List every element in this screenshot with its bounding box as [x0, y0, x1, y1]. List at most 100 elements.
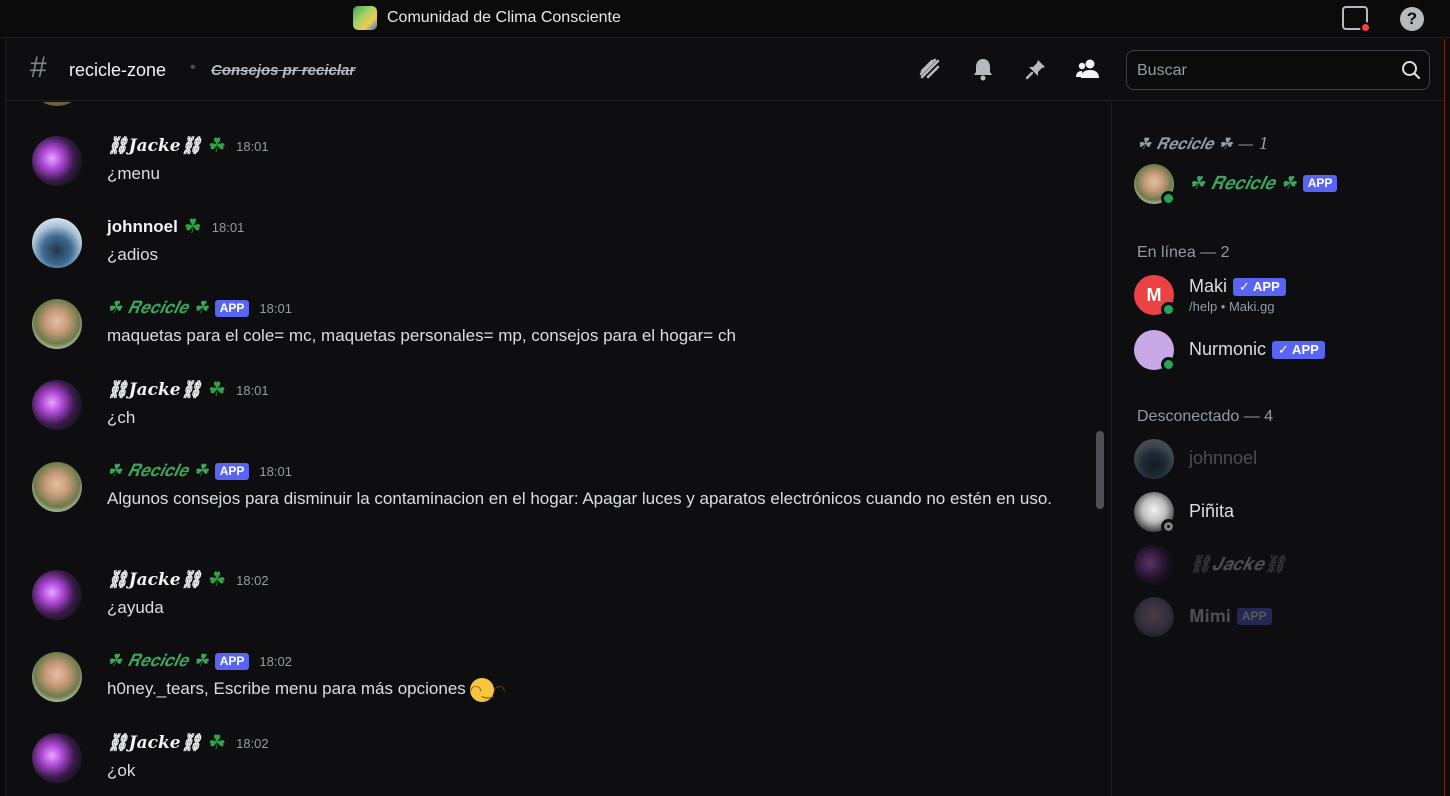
- online-status-icon: [1161, 357, 1176, 372]
- member-name: Piñita: [1189, 501, 1234, 522]
- timestamp[interactable]: 18:01: [212, 220, 245, 235]
- message-header: johnnoel ☘ 18:01: [107, 217, 244, 237]
- server-title: Comunidad de Clima Consciente: [353, 6, 621, 30]
- avatar[interactable]: [32, 218, 82, 268]
- member-name-text: Maki: [1189, 276, 1228, 296]
- clover-icon: ☘: [208, 569, 227, 591]
- avatar[interactable]: [32, 299, 82, 349]
- member-item[interactable]: ☘ 𝑹𝒆𝒄𝒊𝒄𝒍𝒆 ☘ APP: [1134, 164, 1434, 206]
- username[interactable]: ☘ 𝑹𝒆𝒄𝒊𝒄𝒍𝒆 ☘: [107, 298, 209, 318]
- search-icon: [1402, 61, 1421, 80]
- message-text: ¿menu: [107, 164, 160, 183]
- member-name: Nurmonic ✓ APP: [1189, 339, 1325, 360]
- hash-icon: #: [30, 51, 47, 84]
- timestamp[interactable]: 18:01: [259, 464, 292, 479]
- message-header: ⛓𝑱𝒂𝒄𝒌𝒆⛓ ☘ 18:01: [107, 136, 269, 156]
- message-header: ☘ 𝑹𝒆𝒄𝒊𝒄𝒍𝒆 ☘ APP 18:01: [107, 461, 292, 481]
- username[interactable]: johnnoel: [107, 217, 178, 237]
- member-name: 𝐌𝐢𝐦𝐢 APP: [1189, 606, 1272, 627]
- online-section-header: En línea — 2: [1137, 244, 1230, 261]
- timestamp[interactable]: 18:02: [259, 654, 292, 669]
- member-name-text: Piñita: [1189, 501, 1235, 521]
- username[interactable]: ☘ 𝑹𝒆𝒄𝒊𝒄𝒍𝒆 ☘: [107, 461, 209, 481]
- clover-icon: ☘: [208, 135, 227, 157]
- notification-bell-icon[interactable]: [969, 55, 997, 83]
- app-badge: APP: [214, 462, 250, 480]
- member-name-text: ☘ 𝑹𝒆𝒄𝒊𝒄𝒍𝒆 ☘: [1189, 173, 1297, 194]
- message-text: Algunos consejos para disminuir la conta…: [107, 489, 1053, 508]
- offline-section-header: Desconectado — 4: [1137, 408, 1274, 425]
- verified-app-badge: ✓ APP: [1272, 340, 1325, 359]
- avatar[interactable]: [32, 570, 82, 620]
- message-header: ☘ 𝑹𝒆𝒄𝒊𝒄𝒍𝒆 ☘ APP 18:02: [107, 651, 292, 671]
- timestamp[interactable]: 18:01: [236, 139, 269, 154]
- channel-header: # recicle-zone • Consejos pr reciclar Bu…: [6, 39, 1444, 101]
- member-name: ⛓𝑱𝒂𝒄𝒌𝒆⛓: [1189, 554, 1287, 575]
- timestamp[interactable]: 18:02: [236, 736, 269, 751]
- avatar[interactable]: [32, 462, 82, 512]
- member-name-text: 𝐌𝐢𝐦𝐢: [1189, 606, 1231, 626]
- search-input[interactable]: Buscar: [1126, 50, 1430, 90]
- member-name-text: johnnoel: [1189, 448, 1258, 468]
- clover-icon: ☘: [208, 379, 227, 401]
- offline-status-icon: [1161, 519, 1176, 534]
- message-scrollbar[interactable]: [1096, 431, 1104, 509]
- message-header: ⛓𝑱𝒂𝒄𝒌𝒆⛓ ☘ 18:02: [107, 570, 269, 590]
- username[interactable]: ☘ 𝑹𝒆𝒄𝒊𝒄𝒍𝒆 ☘: [107, 651, 209, 671]
- notification-dot: [1360, 22, 1371, 33]
- avatar: [1134, 545, 1174, 585]
- online-status-icon: [1161, 302, 1176, 317]
- clover-icon: ☘: [208, 732, 227, 754]
- username[interactable]: ⛓𝑱𝒂𝒄𝒌𝒆⛓: [107, 380, 202, 400]
- message-text: ¿ch: [107, 408, 136, 427]
- member-list: ☘ 𝑹𝒆𝒄𝒊𝒄𝒍𝒆 ☘ — 1 ☘ 𝑹𝒆𝒄𝒊𝒄𝒍𝒆 ☘ APP En línea…: [1111, 102, 1444, 796]
- message-list[interactable]: ⛓𝑱𝒂𝒄𝒌𝒆⛓ ☘ 18:01 ¿menu johnnoel ☘ 18:01 ¿…: [6, 102, 1110, 796]
- app-badge: APP: [1302, 175, 1338, 192]
- help-icon[interactable]: ?: [1400, 7, 1424, 31]
- avatar: [1134, 439, 1174, 479]
- member-list-icon[interactable]: [1074, 55, 1102, 83]
- member-name-text: ⛓𝑱𝒂𝒄𝒌𝒆⛓: [1189, 554, 1287, 575]
- avatar[interactable]: [32, 380, 82, 430]
- member-name-text: Nurmonic: [1189, 339, 1267, 359]
- timestamp[interactable]: 18:01: [236, 383, 269, 398]
- username[interactable]: ⛓𝑱𝒂𝒄𝒌𝒆⛓: [107, 733, 202, 753]
- inbox-icon[interactable]: [1342, 6, 1371, 33]
- timestamp[interactable]: 18:01: [259, 301, 292, 316]
- member-item[interactable]: 𝐌𝐢𝐦𝐢 APP: [1134, 597, 1434, 639]
- online-status-icon: [1161, 191, 1176, 206]
- avatar[interactable]: [32, 136, 82, 186]
- channel-topic[interactable]: Consejos pr reciclar: [211, 62, 355, 79]
- threads-icon[interactable]: [916, 55, 944, 83]
- server-name: Comunidad de Clima Consciente: [387, 9, 621, 26]
- username[interactable]: ⛓𝑱𝒂𝒄𝒌𝒆⛓: [107, 136, 202, 156]
- avatar[interactable]: [32, 733, 82, 783]
- smiling-face-emoji: ◠‿◠: [469, 677, 505, 702]
- member-name: Maki ✓ APP: [1189, 276, 1286, 297]
- right-edge: [1444, 39, 1450, 796]
- channel-name: recicle-zone: [69, 60, 167, 80]
- member-name: ☘ 𝑹𝒆𝒄𝒊𝒄𝒍𝒆 ☘ APP: [1189, 173, 1338, 194]
- message-header: ⛓𝑱𝒂𝒄𝒌𝒆⛓ ☘ 18:01: [107, 380, 269, 400]
- member-item[interactable]: Piñita: [1134, 492, 1434, 534]
- member-item[interactable]: M Maki ✓ APP /help • Maki.gg: [1134, 275, 1434, 317]
- avatar[interactable]: [32, 102, 82, 106]
- message-text: maquetas para el cole= mc, maquetas pers…: [107, 326, 736, 345]
- header-separator: •: [190, 59, 196, 76]
- member-activity: /help • Maki.gg: [1189, 299, 1275, 314]
- username[interactable]: ⛓𝑱𝒂𝒄𝒌𝒆⛓: [107, 570, 202, 590]
- member-item[interactable]: ⛓𝑱𝒂𝒄𝒌𝒆⛓: [1134, 545, 1434, 587]
- message-text: ¿adios: [107, 245, 159, 264]
- message-text: h0ney._tears, Escribe menu para más opci…: [107, 675, 1067, 703]
- avatar[interactable]: [32, 652, 82, 702]
- member-item[interactable]: johnnoel: [1134, 439, 1434, 481]
- pin-icon[interactable]: [1022, 55, 1050, 83]
- app-badge: APP: [214, 299, 250, 317]
- member-item[interactable]: Nurmonic ✓ APP: [1134, 330, 1434, 372]
- message-text: ¿ayuda: [107, 598, 164, 617]
- app-badge: APP: [214, 652, 250, 670]
- app-badge: APP: [1236, 608, 1272, 625]
- timestamp[interactable]: 18:02: [236, 573, 269, 588]
- message-header: ⛓𝑱𝒂𝒄𝒌𝒆⛓ ☘ 18:02: [107, 733, 269, 753]
- clover-icon: ☘: [183, 216, 202, 238]
